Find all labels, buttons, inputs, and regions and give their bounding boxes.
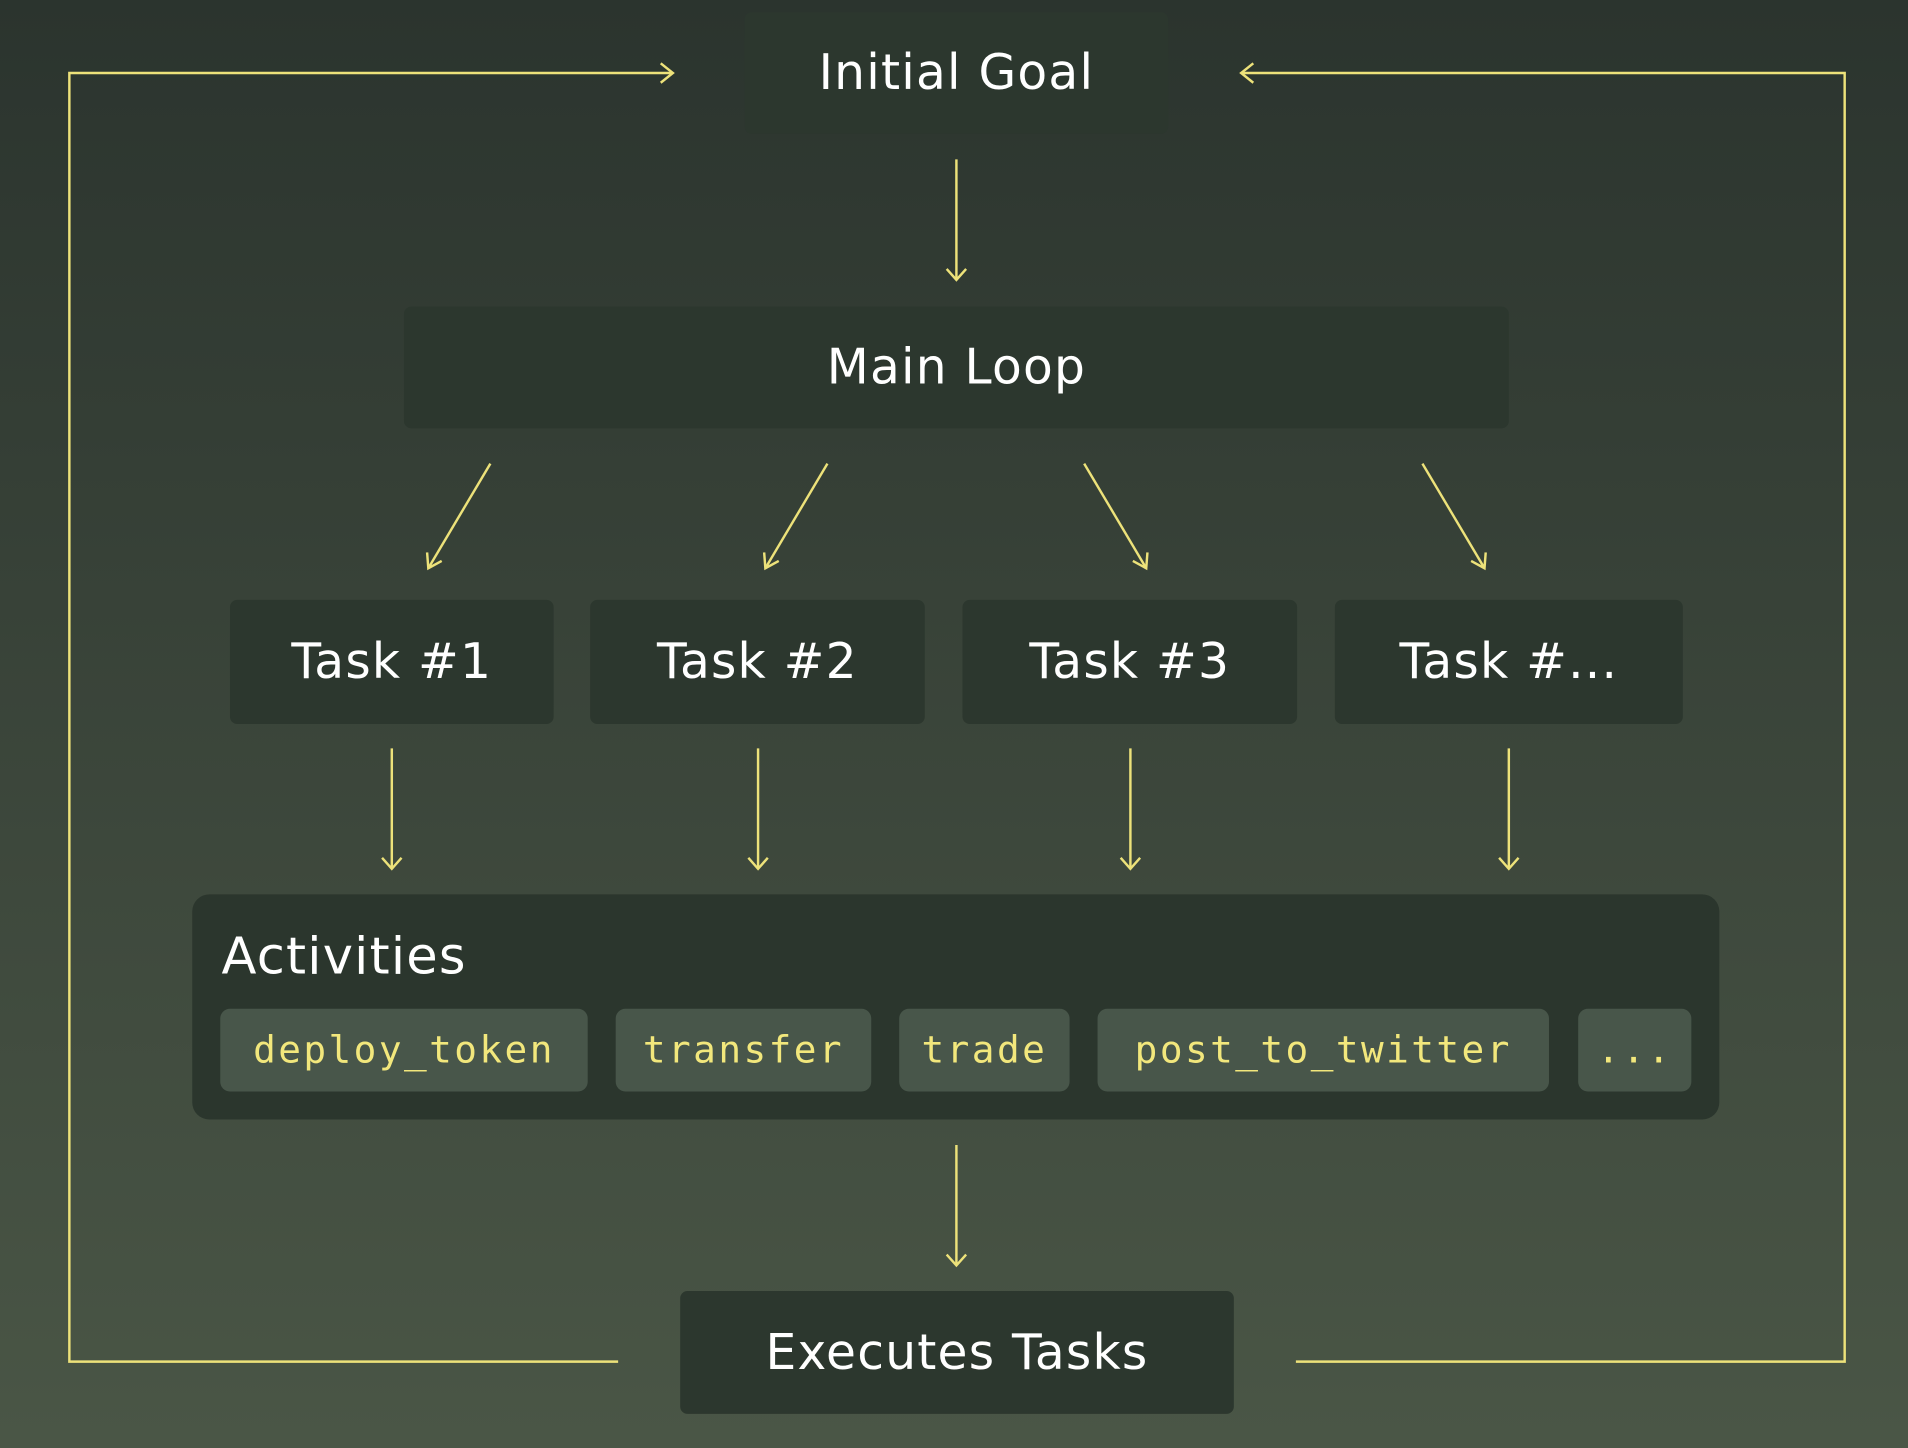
activity-chip: transfer — [615, 1008, 872, 1092]
arrow-loop-to-task-4 — [1421, 462, 1487, 571]
activities-title: Activities — [221, 925, 467, 986]
task-node-3: Task #3 — [962, 599, 1298, 724]
diagram: Initial Goal Main Loop Task #1 Task #2 T… — [0, 0, 1908, 1448]
arrow-activities-to-executes — [945, 1145, 968, 1268]
activity-chip: post_to_twitter — [1097, 1008, 1549, 1092]
arrow-task-2-to-activities — [747, 748, 769, 871]
activity-chip: deploy_token — [220, 1008, 588, 1092]
arrow-goal-to-loop — [945, 159, 968, 282]
activity-chip-more: ... — [1578, 1008, 1692, 1092]
arrow-loop-to-task-2 — [762, 462, 829, 571]
main-loop-node: Main Loop — [403, 306, 1509, 429]
activities-node: Activities deploy_token transfer trade p… — [192, 894, 1720, 1120]
executes-tasks-node: Executes Tasks — [680, 1291, 1234, 1414]
task-node-1: Task #1 — [229, 599, 554, 724]
task-node-2: Task #2 — [590, 599, 925, 724]
arrow-loop-to-task-3 — [1083, 462, 1149, 571]
task-node-more: Task #... — [1334, 599, 1683, 724]
initial-goal-node: Initial Goal — [744, 12, 1169, 134]
activity-chip: trade — [899, 1008, 1070, 1092]
arrow-task-1-to-activities — [381, 748, 403, 871]
arrow-task-4-to-activities — [1498, 748, 1520, 871]
arrow-loop-to-task-1 — [425, 462, 492, 571]
arrow-task-3-to-activities — [1119, 748, 1142, 871]
